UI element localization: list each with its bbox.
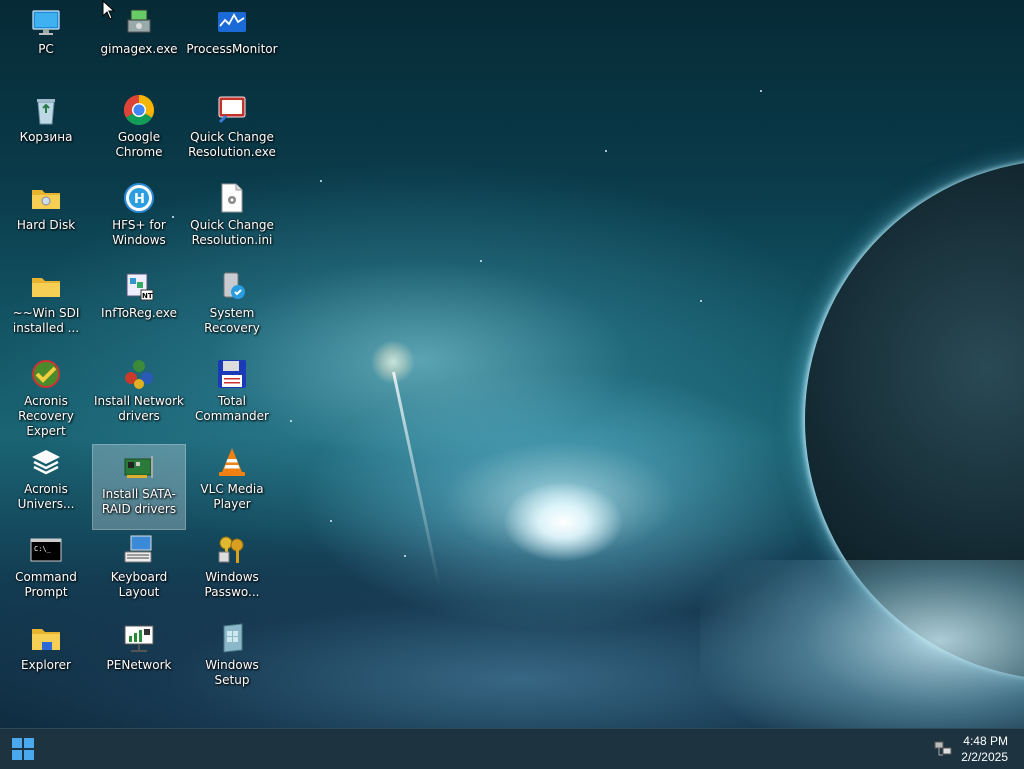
desktop[interactable]: PC Корзина Hard Disk ~~Win SDI installed… <box>0 0 1024 728</box>
wallpaper-streak <box>392 371 441 588</box>
desktop-icon-keyboard-layout[interactable]: Keyboard Layout <box>93 528 185 614</box>
desktop-icon-acronis-universal[interactable]: Acronis Univers... <box>0 440 92 526</box>
desktop-icon-windows-setup[interactable]: Windows Setup <box>186 616 278 702</box>
folder-icon <box>30 270 62 302</box>
windows-logo-icon <box>12 738 22 748</box>
desktop-icon-quick-change-resolution-exe[interactable]: Quick Change Resolution.exe <box>186 88 278 174</box>
keyboard-icon <box>123 534 155 566</box>
desktop-icon-hfs-for-windows[interactable]: H HFS+ for Windows <box>93 176 185 262</box>
keys-icon <box>216 534 248 566</box>
wallpaper-clouds <box>700 560 1024 728</box>
desktop-icon-acronis-recovery-expert[interactable]: Acronis Recovery Expert <box>0 352 92 438</box>
folder-icon <box>30 182 62 214</box>
mouse-cursor-icon <box>102 0 116 20</box>
network-drivers-icon <box>123 358 155 390</box>
desktop-icon-total-commander[interactable]: Total Commander <box>186 352 278 438</box>
recycle-bin-icon <box>30 94 62 126</box>
desktop-icon-process-monitor[interactable]: ProcessMonitor <box>186 0 278 86</box>
chrome-icon <box>123 94 155 126</box>
desktop-icon-windows-password[interactable]: Windows Passwo... <box>186 528 278 614</box>
desktop-icon-vlc-media-player[interactable]: VLC Media Player <box>186 440 278 526</box>
explorer-folder-icon <box>30 622 62 654</box>
taskbar: 4:48 PM 2/2/2025 <box>0 728 1024 769</box>
inftoreg-icon: NT <box>123 270 155 302</box>
system-recovery-icon <box>216 270 248 302</box>
resolution-exe-icon <box>216 94 248 126</box>
svg-text:NT: NT <box>142 292 153 300</box>
process-monitor-icon <box>216 6 248 38</box>
desktop-icon-inftoreg[interactable]: NT InfToReg.exe <box>93 264 185 350</box>
floppy-icon <box>216 358 248 390</box>
desktop-icon-command-prompt[interactable]: C:\_ Command Prompt <box>0 528 92 614</box>
svg-text:C:\_: C:\_ <box>34 545 52 553</box>
desktop-icon-pc[interactable]: PC <box>0 0 92 86</box>
desktop-icon-system-recovery[interactable]: System Recovery <box>186 264 278 350</box>
pci-card-icon <box>123 451 155 483</box>
desktop-icon-win-sdi[interactable]: ~~Win SDI installed ... <box>0 264 92 350</box>
desktop-icon-penetwork[interactable]: PENetwork <box>93 616 185 702</box>
vlc-icon <box>216 446 248 478</box>
desktop-icon-install-sata-raid-drivers[interactable]: Install SATA-RAID drivers <box>92 444 186 530</box>
desktop-icon-google-chrome[interactable]: Google Chrome <box>93 88 185 174</box>
acronis-layers-icon <box>30 446 62 478</box>
acronis-recovery-icon <box>30 358 62 390</box>
taskbar-clock[interactable]: 4:48 PM 2/2/2025 <box>961 733 1008 765</box>
monitor-icon <box>30 6 62 38</box>
desktop-icon-quick-change-resolution-ini[interactable]: Quick Change Resolution.ini <box>186 176 278 262</box>
desktop-icon-hard-disk[interactable]: Hard Disk <box>0 176 92 262</box>
penetwork-icon <box>123 622 155 654</box>
desktop-icon-explorer[interactable]: Explorer <box>0 616 92 702</box>
start-button[interactable] <box>12 738 34 760</box>
cmd-icon: C:\_ <box>30 534 62 566</box>
svg-text:H: H <box>134 192 145 207</box>
network-icon[interactable] <box>934 740 952 758</box>
clock-time: 4:48 PM <box>963 734 1008 748</box>
hfs-icon: H <box>123 182 155 214</box>
windows-setup-icon <box>216 622 248 654</box>
ini-file-icon <box>216 182 248 214</box>
gimagex-icon <box>123 6 155 38</box>
desktop-icon-recycle-bin[interactable]: Корзина <box>0 88 92 174</box>
desktop-icon-install-network-drivers[interactable]: Install Network drivers <box>93 352 185 438</box>
clock-date: 2/2/2025 <box>961 750 1008 764</box>
